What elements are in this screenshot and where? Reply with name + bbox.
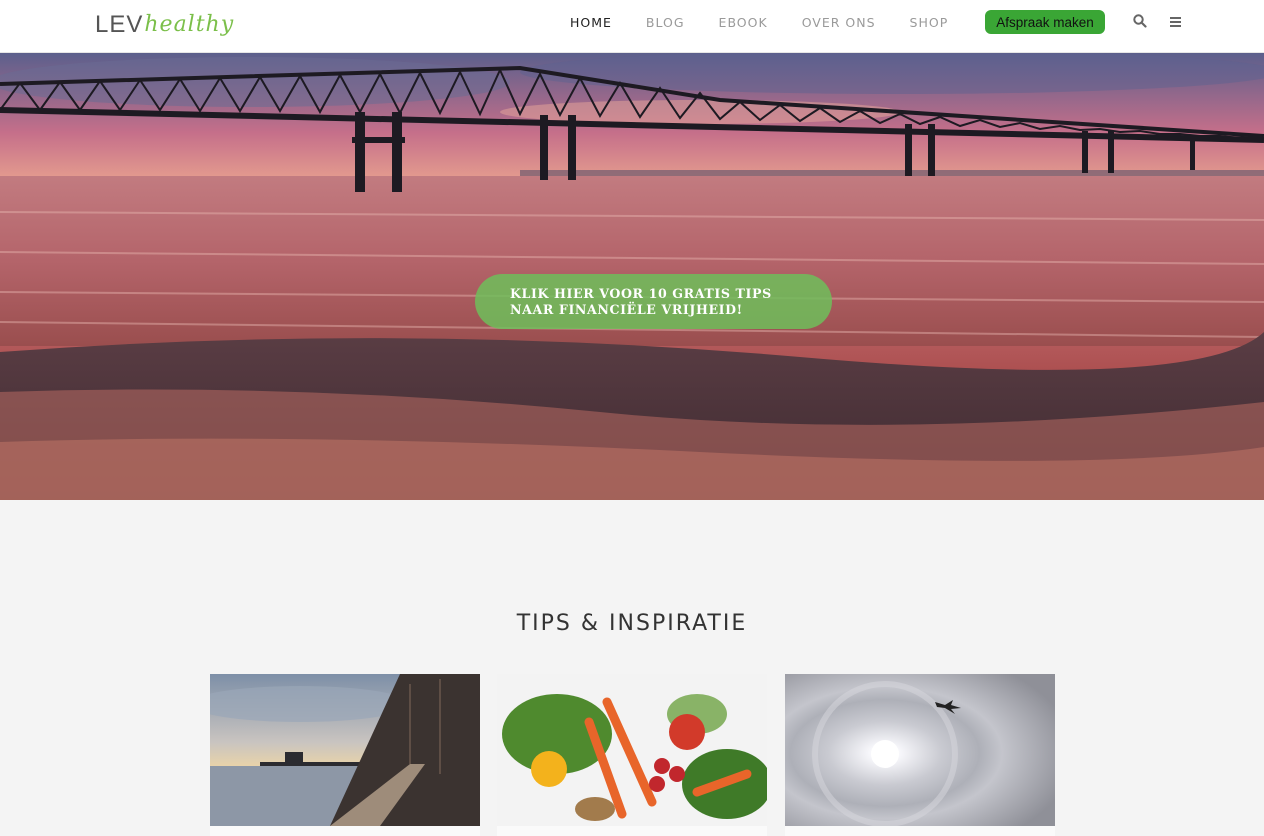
site-header: LEV healthy HOME BLOG EBOOK OVER ONS SHO… (0, 0, 1264, 53)
free-tips-button-line2: NAAR FINANCIËLE VRIJHEID! (510, 301, 743, 317)
nav-blog[interactable]: BLOG (646, 15, 685, 30)
nav-shop[interactable]: SHOP (910, 15, 949, 30)
card-footer (497, 826, 767, 836)
article-card-2[interactable] (497, 674, 767, 836)
card-image-vegetables (497, 674, 767, 826)
nav-home[interactable]: HOME (570, 15, 612, 30)
section-title: TIPS & INSPIRATIE (516, 611, 748, 636)
article-card-1[interactable] (210, 674, 480, 836)
logo-text-healthy: healthy (144, 12, 235, 37)
article-card-3[interactable] (785, 674, 1055, 836)
card-image-sun-halo (785, 674, 1055, 826)
nav-ebook[interactable]: EBOOK (719, 15, 768, 30)
hero-banner: KLIK HIER VOOR 10 GRATIS TIPS NAAR FINAN… (0, 52, 1264, 500)
nav-over-ons[interactable]: OVER ONS (802, 15, 876, 30)
card-footer (210, 826, 480, 836)
main-nav: HOME BLOG EBOOK OVER ONS SHOP (570, 0, 982, 44)
afspraak-maken-button[interactable]: Afspraak maken (985, 10, 1105, 34)
site-logo[interactable]: LEV healthy (95, 8, 234, 40)
logo-text-lev: LEV (95, 11, 144, 38)
card-footer (785, 826, 1055, 836)
free-tips-button-line1: KLIK HIER VOOR 10 GRATIS TIPS (510, 285, 772, 301)
hamburger-menu-icon[interactable] (1169, 13, 1185, 29)
search-icon[interactable] (1132, 13, 1148, 29)
card-image-pier (210, 674, 480, 826)
free-tips-button[interactable]: KLIK HIER VOOR 10 GRATIS TIPS NAAR FINAN… (475, 274, 832, 329)
